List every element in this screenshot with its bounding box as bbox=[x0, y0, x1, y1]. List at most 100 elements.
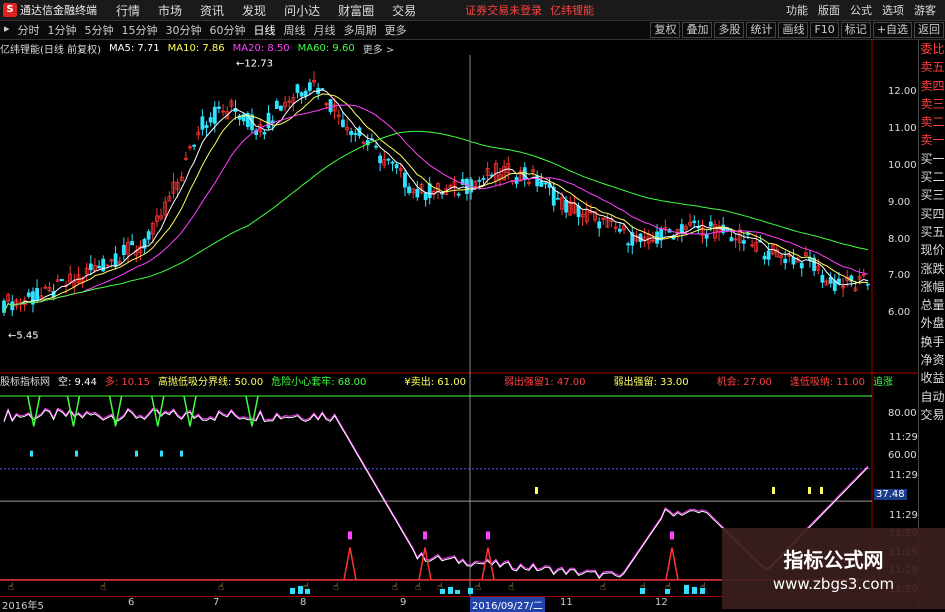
sell-value: ¥卖出: 61.00 bbox=[404, 376, 466, 388]
period-tab-2[interactable]: 5分钟 bbox=[84, 22, 115, 38]
candle-body bbox=[208, 117, 213, 123]
period-tab-1[interactable]: 1分钟 bbox=[47, 22, 78, 38]
tool-button-2[interactable]: 多股 bbox=[714, 22, 745, 38]
menu-item-2[interactable]: 资讯 bbox=[200, 4, 224, 18]
login-status[interactable]: 证券交易未登录 bbox=[465, 2, 542, 18]
tool-button-8[interactable]: 返回 bbox=[914, 22, 944, 38]
sidebar-item-3[interactable]: 卖三 bbox=[919, 95, 945, 113]
watermark-title: 指标公式网 bbox=[783, 548, 884, 572]
tool-button-7[interactable]: +自选 bbox=[872, 22, 912, 38]
candle-body bbox=[407, 186, 411, 194]
date-label-6: 11 bbox=[560, 597, 573, 608]
sidebar-item-12[interactable]: 涨跌 bbox=[919, 260, 945, 278]
ind-axis-label-0: 80.00 bbox=[888, 408, 917, 419]
sidebar-item-7[interactable]: 买二 bbox=[919, 168, 945, 186]
candle-body bbox=[832, 280, 837, 291]
price-label-2: 10.00 bbox=[888, 159, 917, 171]
sidebar-item-2[interactable]: 卖四 bbox=[919, 77, 945, 95]
candle-body bbox=[121, 244, 126, 256]
candle-body bbox=[386, 158, 391, 161]
tool-button-0[interactable]: 复权 bbox=[650, 22, 681, 38]
menu-item-3[interactable]: 发现 bbox=[242, 4, 266, 18]
candle-body bbox=[26, 292, 31, 297]
sidebar-item-19[interactable]: 自动 bbox=[919, 388, 945, 406]
hand-icon: ☝ bbox=[218, 582, 224, 593]
hand-icon: ☝ bbox=[600, 582, 606, 593]
menu-item-6[interactable]: 交易 bbox=[392, 4, 416, 18]
duo-value: 多: 10.15 bbox=[104, 376, 151, 388]
period-tab-3[interactable]: 15分钟 bbox=[121, 22, 159, 38]
sidebar-item-14[interactable]: 总量 bbox=[919, 296, 945, 314]
app-name: 通达信金融终端 bbox=[20, 4, 97, 17]
menu-item-5[interactable]: 财富圈 bbox=[338, 4, 374, 18]
period-menu-icon[interactable]: ▸ bbox=[3, 22, 11, 38]
candle-body bbox=[564, 200, 569, 213]
green-spike bbox=[245, 395, 259, 427]
sidebar-item-1[interactable]: 卖五 bbox=[919, 58, 945, 76]
low-price-label: ←5.45 bbox=[8, 330, 39, 341]
period-tab-0[interactable]: 分时 bbox=[17, 22, 41, 38]
yellow-marker bbox=[772, 486, 775, 494]
right-menu-item-1[interactable]: 版面 bbox=[818, 2, 840, 18]
price-label-0: 12.00 bbox=[888, 86, 917, 98]
indicator-name: 股标指标网 bbox=[0, 376, 50, 388]
period-tab-6[interactable]: 日线 bbox=[253, 22, 277, 38]
right-menu-item-0[interactable]: 功能 bbox=[786, 2, 808, 18]
watermark-url: www.zbgs3.com bbox=[772, 575, 895, 593]
sidebar-item-9[interactable]: 买四 bbox=[919, 205, 945, 223]
sidebar-item-0[interactable]: 委比 bbox=[919, 40, 945, 58]
cyan-marker bbox=[30, 450, 33, 457]
period-tab-5[interactable]: 60分钟 bbox=[209, 22, 247, 38]
ind-time-label-0: 11:29 bbox=[889, 432, 918, 443]
period-tab-7[interactable]: 周线 bbox=[283, 22, 307, 38]
hand-icon: ☝ bbox=[415, 582, 421, 593]
sidebar-item-5[interactable]: 卖一 bbox=[919, 131, 945, 149]
red-spike bbox=[665, 547, 679, 581]
period-tab-10[interactable]: 更多 bbox=[384, 22, 408, 38]
magenta-marker bbox=[486, 531, 490, 540]
tool-button-3[interactable]: 统计 bbox=[746, 22, 777, 38]
kline-chart[interactable]: ←12.73←5.45☝ ☝ ☝ ☝ ☝ ☝ ☝ ☝ ☝ ☝ ☝ ☝ ☝ ☝ bbox=[0, 40, 918, 596]
sidebar-item-11[interactable]: 现价 bbox=[919, 241, 945, 259]
sidebar-item-6[interactable]: 买一 bbox=[919, 150, 945, 168]
candle-body bbox=[266, 112, 271, 129]
main-menu: 行情 市场 资讯 发现 问小达 财富圈 交易 bbox=[107, 2, 425, 19]
hand-icon: ☝ bbox=[508, 582, 514, 593]
candle-body bbox=[307, 82, 312, 91]
high-price-label: ←12.73 bbox=[236, 58, 273, 69]
right-menu-item-2[interactable]: 公式 bbox=[850, 2, 872, 18]
tool-button-6[interactable]: 标记 bbox=[840, 22, 871, 38]
tool-button-5[interactable]: F10 bbox=[810, 22, 839, 38]
sidebar-item-17[interactable]: 净资 bbox=[919, 351, 945, 369]
site-watermark: 指标公式网 www.zbgs3.com bbox=[722, 528, 945, 609]
sidebar-item-10[interactable]: 买五 bbox=[919, 223, 945, 241]
tool-button-4[interactable]: 画线 bbox=[778, 22, 809, 38]
candle-body bbox=[349, 130, 354, 136]
cyan-marker bbox=[135, 450, 138, 457]
sidebar-item-4[interactable]: 卖二 bbox=[919, 113, 945, 131]
candle-body bbox=[456, 193, 461, 196]
period-tab-8[interactable]: 月线 bbox=[313, 22, 337, 38]
period-tab-9[interactable]: 多周期 bbox=[343, 22, 378, 38]
right-menu-item-3[interactable]: 选项 bbox=[882, 2, 904, 18]
sidebar-item-13[interactable]: 涨幅 bbox=[919, 278, 945, 296]
sidebar-item-18[interactable]: 收益 bbox=[919, 369, 945, 387]
menu-item-1[interactable]: 市场 bbox=[158, 4, 182, 18]
candle-body bbox=[539, 180, 544, 187]
menu-item-0[interactable]: 行情 bbox=[116, 4, 140, 18]
sidebar-item-16[interactable]: 换手 bbox=[919, 333, 945, 351]
period-tab-4[interactable]: 30分钟 bbox=[165, 22, 203, 38]
hand-icon: ☝ bbox=[333, 582, 339, 593]
right-menu-item-4[interactable]: 游客 bbox=[914, 2, 936, 18]
candle-body bbox=[200, 116, 205, 130]
price-label-6: 6.00 bbox=[888, 307, 911, 319]
candle-body bbox=[299, 92, 304, 97]
candle-body bbox=[543, 182, 548, 185]
sidebar-item-15[interactable]: 外盘 bbox=[919, 314, 945, 332]
menu-item-4[interactable]: 问小达 bbox=[284, 4, 320, 18]
sidebar-item-20[interactable]: 交易 bbox=[919, 406, 945, 424]
tool-button-1[interactable]: 叠加 bbox=[682, 22, 713, 38]
hand-icon: ☝ bbox=[100, 582, 106, 593]
sidebar-item-8[interactable]: 买三 bbox=[919, 186, 945, 204]
candle-body bbox=[130, 241, 135, 246]
